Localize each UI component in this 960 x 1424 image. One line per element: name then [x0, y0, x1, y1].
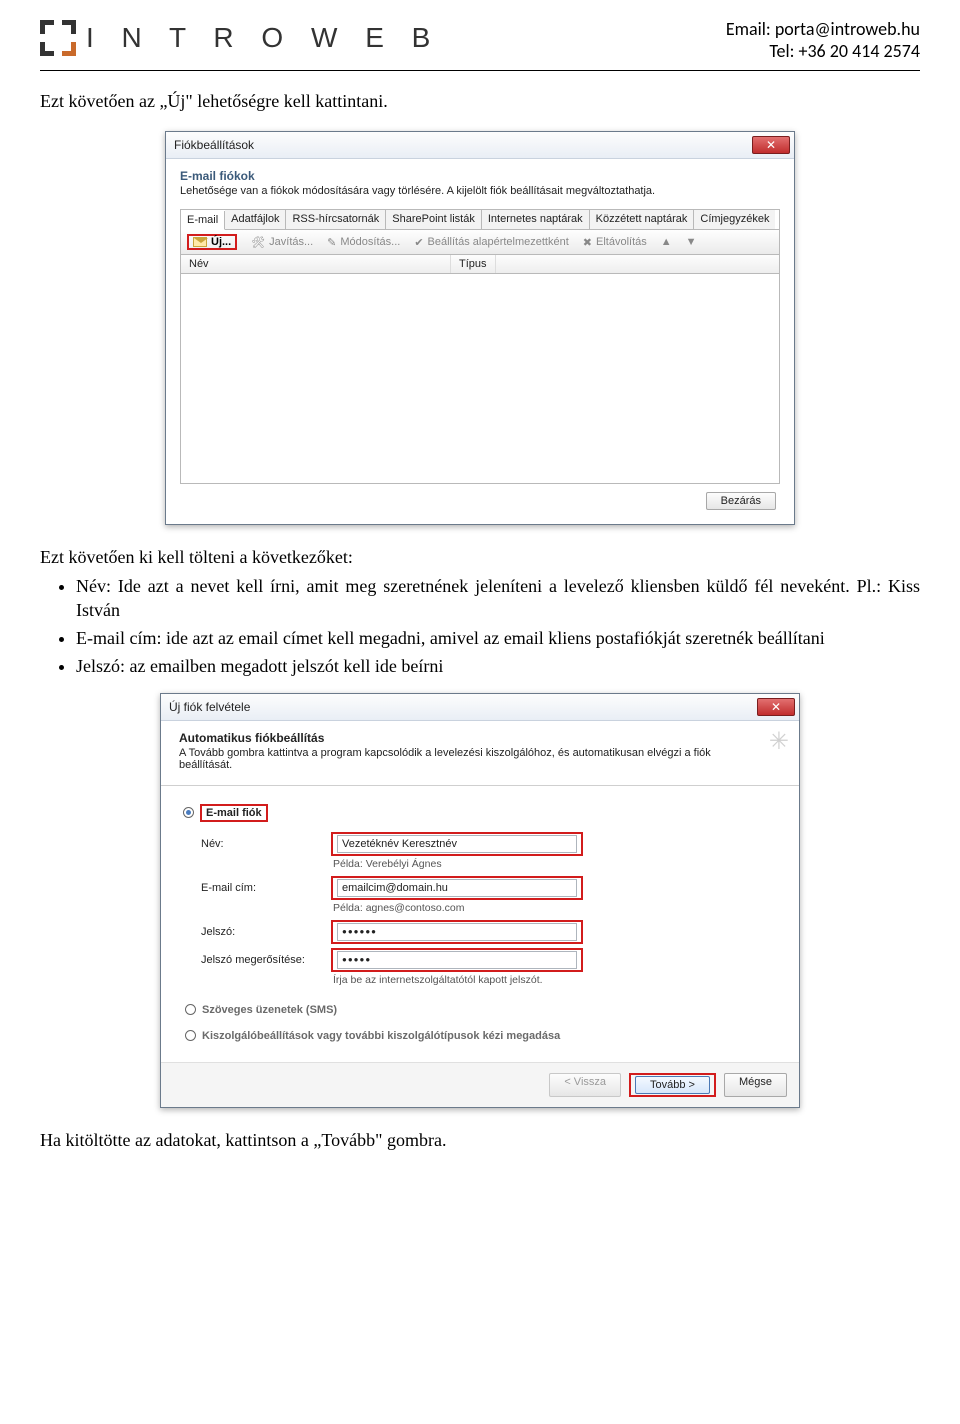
wizard-subtext: A Tovább gombra kattintva a program kapc…	[179, 747, 739, 771]
remove-icon: ✖	[583, 236, 592, 249]
hint-password: Írja be az internetszolgáltatótól kapott…	[333, 974, 779, 986]
radio-manual-label: Kiszolgálóbeállítások vagy további kiszo…	[202, 1030, 560, 1042]
toolbar: Új... 🛠 Javítás... ✎ Módosítás... ✔ Beál…	[180, 229, 780, 255]
tab-address-books[interactable]: Címjegyzékek	[694, 210, 775, 229]
dialog1-title: Fiókbeállítások	[174, 138, 254, 152]
close-button[interactable]: ✕	[752, 136, 790, 154]
bullet-password: Jelszó: az emailben megadott jelszót kel…	[76, 654, 920, 678]
wizard-heading: Automatikus fiókbeállítás	[179, 731, 785, 745]
titlebar: Új fiók felvétele ✕	[161, 694, 799, 721]
modify-button[interactable]: ✎ Módosítás...	[327, 236, 400, 249]
intro-text-1: Ezt követően az „Új" lehetőségre kell ka…	[40, 89, 920, 113]
arrow-down-icon: ▼	[686, 236, 697, 248]
section-heading: E-mail fiókok	[180, 169, 780, 183]
tab-published-calendars[interactable]: Közzétett naptárak	[590, 210, 695, 229]
label-password-confirm: Jelszó megerősítése:	[201, 954, 321, 966]
wrench-icon: 🛠	[251, 236, 265, 249]
radio-sms-label: Szöveges üzenetek (SMS)	[202, 1004, 337, 1016]
set-default-button[interactable]: ✔ Beállítás alapértelmezettként	[414, 236, 568, 249]
tabs: E-mail Adatfájlok RSS-hírcsatornák Share…	[180, 209, 780, 229]
edit-icon: ✎	[327, 236, 336, 249]
bullet-name: Név: Ide azt a nevet kell írni, amit meg…	[76, 574, 920, 623]
section-subtext: Lehetősége van a fiókok módosítására vag…	[180, 185, 780, 197]
input-password[interactable]: ●●●●●●	[337, 923, 577, 941]
wizard-decoration-icon: ✳	[769, 727, 789, 756]
move-up-button[interactable]: ▲	[661, 236, 672, 248]
accounts-list	[180, 274, 780, 484]
contact-block: Email: porta@introweb.hu Tel: +36 20 414…	[726, 18, 920, 62]
input-password-confirm[interactable]: ●●●●●	[337, 951, 577, 969]
envelope-icon	[193, 237, 207, 247]
intro-text-2: Ezt követően ki kell tölteni a következő…	[40, 545, 920, 569]
logo: I N T R O W E B	[40, 20, 440, 56]
logo-mark-icon	[40, 20, 76, 56]
titlebar: Fiókbeállítások ✕	[166, 132, 794, 159]
radio-icon	[185, 1030, 196, 1041]
tab-email[interactable]: E-mail	[181, 211, 225, 230]
radio-email-account[interactable]: E-mail fiók	[183, 804, 779, 822]
bullet-email: E-mail cím: ide azt az email címet kell …	[76, 626, 920, 650]
label-name: Név:	[201, 838, 321, 850]
move-down-button[interactable]: ▼	[686, 236, 697, 248]
dialog-account-settings: Fiókbeállítások ✕ E-mail fiókok Lehetősé…	[165, 131, 795, 525]
input-name[interactable]: Vezetéknév Keresztnév	[337, 835, 577, 853]
close-icon: ✕	[766, 138, 776, 152]
radio-icon	[185, 1004, 196, 1015]
close-icon: ✕	[771, 700, 781, 714]
radio-icon	[183, 807, 194, 818]
tab-sharepoint[interactable]: SharePoint listák	[386, 210, 482, 229]
check-icon: ✔	[414, 236, 423, 249]
label-email: E-mail cím:	[201, 882, 321, 894]
radio-email-label: E-mail fiók	[200, 804, 268, 822]
tab-data-files[interactable]: Adatfájlok	[225, 210, 286, 229]
remove-button[interactable]: ✖ Eltávolítás	[583, 236, 647, 249]
closing-text: Ha kitöltötte az adatokat, kattintson a …	[40, 1128, 920, 1152]
hint-name: Példa: Verebélyi Ágnes	[333, 858, 779, 870]
cancel-button[interactable]: Mégse	[724, 1073, 787, 1097]
contact-email: Email: porta@introweb.hu	[726, 18, 920, 40]
back-button[interactable]: < Vissza	[549, 1073, 621, 1097]
repair-button[interactable]: 🛠 Javítás...	[251, 236, 313, 249]
close-button[interactable]: ✕	[757, 698, 795, 716]
header-divider	[40, 70, 920, 71]
logo-text: I N T R O W E B	[86, 22, 440, 54]
list-header: Név Típus	[180, 255, 780, 274]
arrow-up-icon: ▲	[661, 236, 672, 248]
dialog-new-account: Új fiók felvétele ✕ Automatikus fiókbeál…	[160, 693, 800, 1108]
tab-rss[interactable]: RSS-hírcsatornák	[286, 210, 386, 229]
page-header: I N T R O W E B Email: porta@introweb.hu…	[40, 10, 920, 62]
column-type[interactable]: Típus	[451, 255, 496, 273]
radio-sms[interactable]: Szöveges üzenetek (SMS)	[185, 1004, 779, 1016]
new-button-label: Új...	[211, 236, 231, 248]
label-password: Jelszó:	[201, 926, 321, 938]
contact-tel: Tel: +36 20 414 2574	[726, 40, 920, 62]
new-button-highlight[interactable]: Új...	[187, 234, 237, 250]
close-dialog-button[interactable]: Bezárás	[706, 492, 776, 510]
next-button[interactable]: Tovább >	[635, 1076, 710, 1094]
hint-email: Példa: agnes@contoso.com	[333, 902, 779, 914]
tab-internet-calendars[interactable]: Internetes naptárak	[482, 210, 590, 229]
dialog2-title: Új fiók felvétele	[169, 700, 250, 714]
input-email[interactable]: emailcim@domain.hu	[337, 879, 577, 897]
column-name[interactable]: Név	[181, 255, 451, 273]
radio-manual[interactable]: Kiszolgálóbeállítások vagy további kiszo…	[185, 1030, 779, 1042]
